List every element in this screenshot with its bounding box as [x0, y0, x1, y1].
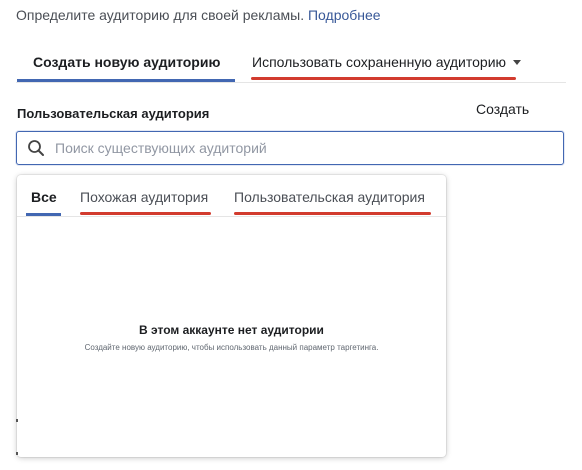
audience-search-input[interactable]	[55, 133, 555, 163]
audience-search-box[interactable]	[16, 131, 564, 165]
empty-state-subtitle: Создайте новую аудиторию, чтобы использо…	[84, 343, 379, 352]
dropdown-tab-custom[interactable]: Пользовательская аудитория	[234, 189, 425, 205]
custom-audience-label: Пользовательская аудитория	[17, 106, 210, 121]
tab-use-saved-audience[interactable]: Использовать сохраненную аудиторию	[252, 54, 522, 70]
intro-text: Определите аудиторию для своей рекламы. …	[16, 7, 381, 23]
caret-down-icon	[513, 60, 522, 65]
tab-create-new-audience[interactable]: Создать новую аудиторию	[33, 54, 220, 70]
annotation-underline-saved-tab	[251, 77, 516, 80]
dropdown-tabs-divider	[17, 216, 446, 217]
dropdown-tab-lookalike[interactable]: Похожая аудитория	[80, 189, 208, 205]
dropdown-tab-all[interactable]: Все	[31, 189, 57, 205]
audience-dropdown-panel: Все Похожая аудитория Пользовательская а…	[17, 175, 446, 457]
annotation-underline-lookalike-tab	[80, 212, 211, 215]
annotation-underline-custom-tab	[234, 212, 431, 215]
tabs-divider	[16, 82, 566, 83]
empty-state-title: В этом аккаунте нет аудитории	[139, 323, 324, 337]
create-audience-button[interactable]: Создать	[476, 101, 529, 117]
background-fragment	[16, 419, 18, 422]
background-fragment	[16, 452, 18, 455]
learn-more-link[interactable]: Подробнее	[308, 7, 381, 23]
intro-description: Определите аудиторию для своей рекламы.	[16, 7, 305, 23]
tab-use-saved-audience-label: Использовать сохраненную аудиторию	[252, 54, 507, 70]
search-icon	[28, 140, 44, 156]
